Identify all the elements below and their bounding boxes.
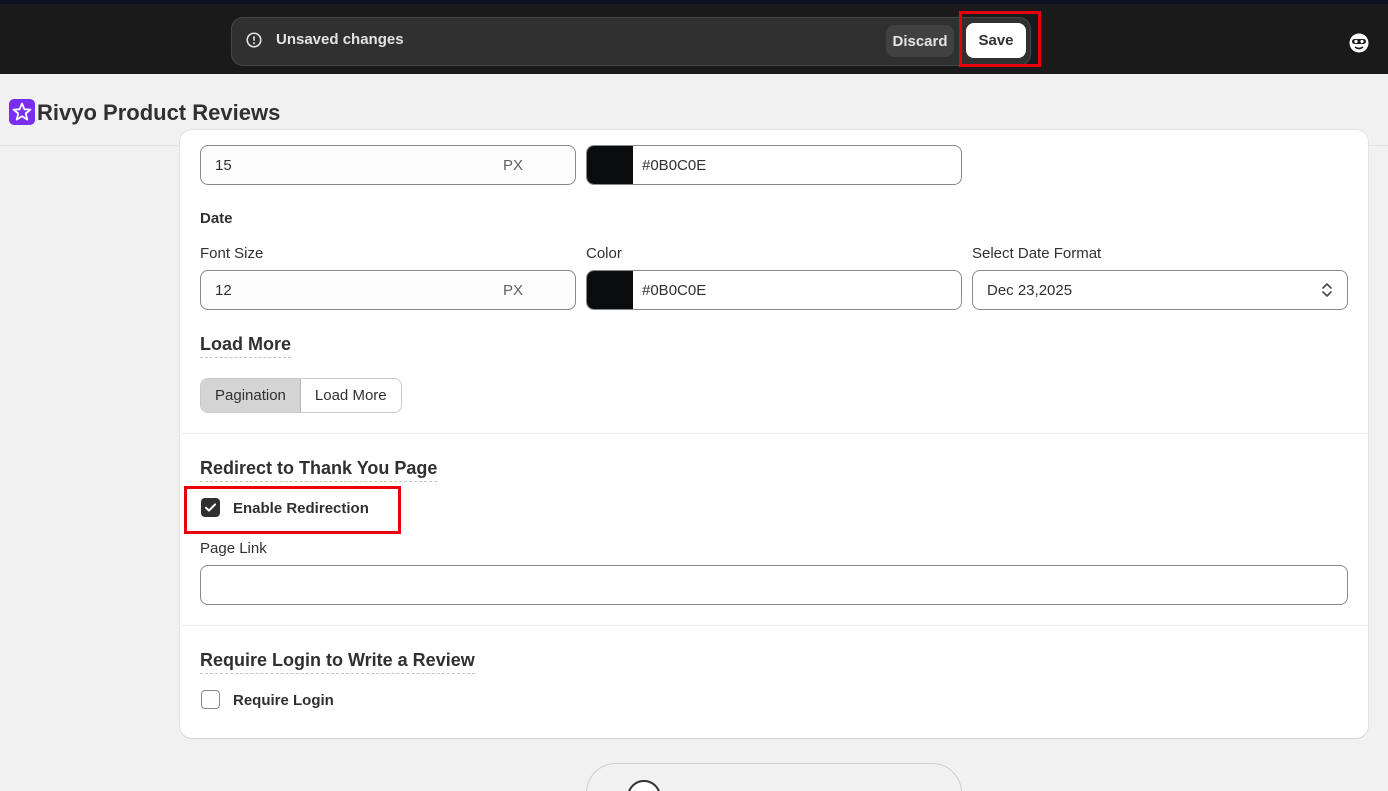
color-input[interactable]: #0B0C0E: [586, 145, 962, 185]
date-format-value: Dec 23,2025: [987, 282, 1073, 299]
font-size-unit: PX: [502, 157, 523, 174]
section-divider: [181, 625, 1367, 626]
load-more-option[interactable]: Load More: [300, 379, 401, 412]
save-button[interactable]: Save: [966, 23, 1026, 58]
enable-redirection-label[interactable]: Enable Redirection: [233, 500, 369, 517]
help-pill[interactable]: [586, 763, 962, 791]
star-logo-icon: [9, 99, 35, 125]
contextual-save-bar: Unsaved changes Discard Save: [231, 17, 1031, 66]
help-icon: [627, 780, 661, 791]
require-login-label[interactable]: Require Login: [233, 692, 334, 709]
load-more-segmented-control: Pagination Load More: [200, 378, 402, 413]
date-section-title: Date: [200, 210, 233, 227]
pagination-option[interactable]: Pagination: [201, 379, 301, 412]
require-login-heading: Require Login to Write a Review: [200, 650, 475, 674]
date-font-size-value: 12: [215, 282, 232, 299]
app-title: Rivyo Product Reviews: [37, 100, 281, 125]
profile-avatar-icon[interactable]: [1348, 32, 1370, 54]
unsaved-changes-message: Unsaved changes: [276, 31, 404, 48]
discard-button[interactable]: Discard: [886, 25, 954, 57]
date-color-swatch[interactable]: [587, 271, 633, 309]
enable-redirection-checkbox[interactable]: [201, 498, 220, 517]
date-font-size-input[interactable]: 12 PX: [200, 270, 576, 310]
color-swatch[interactable]: [587, 146, 633, 184]
settings-card: [180, 130, 1368, 738]
date-font-size-label: Font Size: [200, 245, 264, 262]
font-size-value: 15: [215, 157, 232, 174]
page-link-input[interactable]: [200, 565, 1348, 605]
redirect-heading: Redirect to Thank You Page: [200, 458, 438, 482]
load-more-heading: Load More: [200, 334, 292, 358]
check-icon: [205, 503, 216, 512]
alert-circle-icon: [246, 32, 262, 48]
date-font-size-unit: PX: [502, 282, 523, 299]
date-color-label: Color: [586, 245, 622, 262]
date-color-hex-value: #0B0C0E: [642, 282, 707, 299]
date-format-label: Select Date Format: [972, 245, 1102, 262]
top-bar: Unsaved changes Discard Save: [0, 0, 1388, 74]
section-divider: [181, 433, 1367, 434]
date-color-input[interactable]: #0B0C0E: [586, 270, 962, 310]
font-size-input[interactable]: 15 PX: [200, 145, 576, 185]
select-chevron-icon: [1322, 283, 1332, 297]
date-format-select[interactable]: Dec 23,2025: [972, 270, 1348, 310]
color-hex-value: #0B0C0E: [642, 157, 707, 174]
require-login-checkbox[interactable]: [201, 690, 220, 709]
page-link-label: Page Link: [200, 540, 267, 557]
